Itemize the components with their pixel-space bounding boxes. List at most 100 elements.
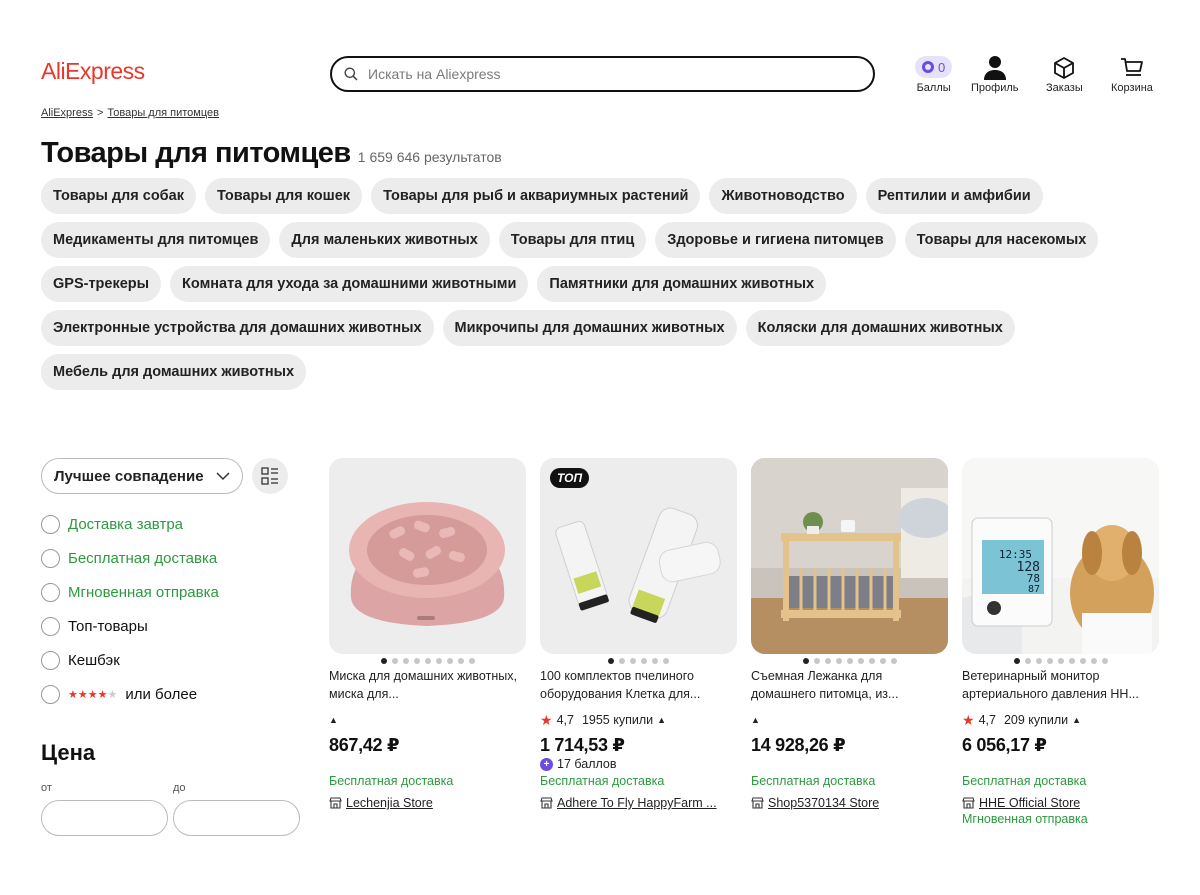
profile-nav[interactable]: Профиль [971, 54, 1019, 94]
category-chip[interactable]: Микрочипы для домашних животных [442, 310, 737, 346]
points-coin-icon [922, 61, 934, 73]
product-image[interactable]: ТОП [540, 458, 737, 654]
store-name[interactable]: Shop5370134 Store [768, 796, 879, 810]
category-chip[interactable]: Медикаменты для питомцев [41, 222, 271, 258]
image-carousel-dots[interactable] [329, 658, 526, 664]
bonus-value: 17 баллов [557, 757, 617, 771]
filter-cashback[interactable]: Кешбэк [41, 650, 219, 670]
category-chip[interactable]: Здоровье и гигиена питомцев [655, 222, 896, 258]
image-carousel-dots[interactable] [962, 658, 1159, 664]
image-carousel-dots[interactable] [540, 658, 737, 664]
category-chip[interactable]: Для маленьких животных [279, 222, 490, 258]
rating-stars-icon: ★★★★★ [68, 688, 118, 701]
product-rating-row: ▲ [329, 710, 526, 730]
pet-bowl-image [329, 458, 526, 654]
search-bar[interactable] [330, 56, 875, 92]
product-shipping: Бесплатная доставка [540, 774, 665, 788]
category-chip[interactable]: Электронные устройства для домашних живо… [41, 310, 434, 346]
product-store[interactable]: Adhere To Fly HappyFarm ... [540, 796, 737, 810]
box-icon [1054, 57, 1075, 79]
filter-rating[interactable]: ★★★★★ или более [41, 684, 219, 704]
category-chip[interactable]: Памятники для домашних животных [537, 266, 827, 302]
category-chip[interactable]: Товары для птиц [498, 222, 647, 258]
checkbox[interactable] [41, 616, 60, 636]
product-card[interactable]: Съемная Лежанка для домашнего питомца, и… [751, 458, 948, 810]
product-price: 6 056,17 ₽ [962, 735, 1047, 755]
product-store[interactable]: Shop5370134 Store [751, 796, 948, 810]
cart-nav[interactable]: Корзина [1111, 54, 1153, 94]
filter-top-products[interactable]: Топ-товары [41, 616, 219, 636]
filter-free-delivery[interactable]: Бесплатная доставка [41, 548, 219, 568]
product-shipping: Бесплатная доставка [751, 774, 876, 788]
category-chip[interactable]: Товары для насекомых [904, 222, 1099, 258]
results-count: 1 659 646 результатов [357, 149, 502, 165]
filter-delivery-tomorrow[interactable]: Доставка завтра [41, 514, 219, 534]
breadcrumb-home[interactable]: AliExpress [41, 107, 93, 119]
filter-instant-dispatch[interactable]: Мгновенная отправка [41, 582, 219, 602]
filter-label: Доставка завтра [68, 515, 183, 533]
product-title[interactable]: 100 комплектов пчелиного оборудования Кл… [540, 667, 737, 703]
category-chip[interactable]: Мебель для домашних животных [41, 354, 307, 390]
vet-monitor-image: 12:35 128 78 87 [962, 458, 1159, 654]
product-rating-row: ▲ [751, 710, 948, 730]
product-store[interactable]: HHE Official Store [962, 796, 1159, 810]
product-price: 867,42 ₽ [329, 735, 400, 755]
store-name[interactable]: Lechenjia Store [346, 796, 433, 810]
store-icon [751, 797, 764, 809]
product-image[interactable] [751, 458, 948, 654]
category-chip[interactable]: Товары для собак [41, 178, 196, 214]
category-chip[interactable]: Коляски для домашних животных [745, 310, 1015, 346]
product-card[interactable]: Миска для домашних животных, миска для..… [329, 458, 526, 810]
category-chip[interactable]: Товары для рыб и аквариумных растений [371, 178, 701, 214]
checkbox[interactable] [41, 650, 60, 670]
image-carousel-dots[interactable] [751, 658, 948, 664]
checkbox[interactable] [41, 684, 60, 704]
category-chip[interactable]: Животноводство [709, 178, 857, 214]
breadcrumb-current[interactable]: Товары для питомцев [107, 107, 219, 119]
chevron-down-icon [216, 471, 230, 480]
category-chip[interactable]: Рептилии и амфибии [865, 178, 1043, 214]
category-chip[interactable]: GPS-трекеры [41, 266, 162, 302]
aliexpress-logo[interactable]: AliExpress [41, 58, 145, 85]
product-image[interactable]: 12:35 128 78 87 [962, 458, 1159, 654]
price-heading: Цена [41, 740, 96, 765]
product-store[interactable]: Lechenjia Store [329, 796, 526, 810]
top-badge: ТОП [550, 468, 590, 488]
orders-nav[interactable]: Заказы [1046, 54, 1083, 94]
search-icon [344, 67, 358, 81]
checkbox[interactable] [41, 548, 60, 568]
price-to-label: до [173, 782, 186, 794]
product-image[interactable] [329, 458, 526, 654]
category-chip[interactable]: Товары для кошек [204, 178, 363, 214]
view-toggle-button[interactable] [252, 458, 288, 494]
sort-label: Лучшее совпадение [54, 467, 204, 485]
product-title[interactable]: Ветеринарный монитор артериального давле… [962, 667, 1159, 703]
points-nav[interactable]: 0 Баллы [915, 54, 953, 94]
checkbox[interactable] [41, 514, 60, 534]
store-name[interactable]: Adhere To Fly HappyFarm ... [557, 796, 717, 810]
points-badge: 0 [915, 56, 953, 78]
instant-dispatch-label: Мгновенная отправка [962, 812, 1088, 826]
category-chips: Товары для собак Товары для кошек Товары… [41, 178, 1151, 390]
triangle-up-icon: ▲ [1072, 715, 1082, 725]
price-from-input[interactable] [41, 800, 168, 836]
sort-dropdown[interactable]: Лучшее совпадение [41, 458, 243, 494]
product-rating-row: ★ 4,7 209 купили ▲ [962, 710, 1159, 730]
rating-value: 4,7 [556, 713, 574, 727]
category-chip[interactable]: Комната для ухода за домашними животными [170, 266, 529, 302]
page-title: Товары для питомцев [41, 137, 351, 169]
product-card[interactable]: 12:35 128 78 87 Ветеринарный монитор арт… [962, 458, 1159, 826]
product-title[interactable]: Съемная Лежанка для домашнего питомца, и… [751, 667, 948, 703]
price-to-input[interactable] [173, 800, 300, 836]
product-title[interactable]: Миска для домашних животных, миска для..… [329, 667, 526, 703]
search-input[interactable] [368, 66, 848, 82]
cart-icon [1120, 58, 1143, 76]
checkbox[interactable] [41, 582, 60, 602]
store-name[interactable]: HHE Official Store [979, 796, 1080, 810]
triangle-up-icon: ▲ [329, 715, 338, 725]
product-shipping: Бесплатная доставка [962, 774, 1087, 788]
filter-label: или более [125, 685, 198, 703]
breadcrumb: AliExpress > Товары для питомцев [41, 107, 219, 119]
price-from-label: от [41, 782, 52, 794]
product-card[interactable]: ТОП 100 комплектов пчелиного оборудовани… [540, 458, 737, 810]
